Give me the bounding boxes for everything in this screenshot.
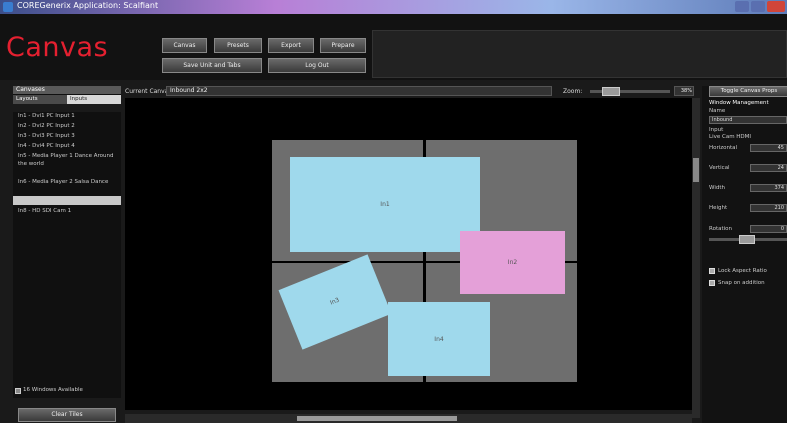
zoom-value[interactable]: 38% (674, 86, 694, 96)
left-panel: Canvases Layouts Inputs In1 - Dvi1 PC In… (13, 86, 121, 398)
windows-available-label: 16 Windows Available (23, 387, 83, 393)
input-list-item[interactable]: In6 - Media Player 2 Salsa Dance (13, 178, 121, 196)
canvas-button[interactable]: Canvas (162, 38, 207, 53)
maximize-icon[interactable] (751, 1, 765, 12)
window-management-title: Window Management (709, 100, 769, 106)
window-label: In2 (507, 259, 518, 266)
close-icon[interactable] (767, 1, 785, 12)
horizontal-scroll-thumb[interactable] (297, 416, 457, 421)
input-list-item[interactable]: In3 - Dvi3 PC Input 3 (13, 132, 121, 142)
clear-tiles-button[interactable]: Clear Tiles (18, 408, 116, 422)
horizontal-scrollbar[interactable] (125, 414, 692, 423)
input-list-item[interactable]: In4 - Dvi4 PC Input 4 (13, 142, 121, 152)
log-out-button[interactable]: Log Out (268, 58, 366, 73)
horizontal-field[interactable]: 45 (750, 144, 787, 152)
input-list-item[interactable]: In8 - HD SDI Cam 1 (13, 207, 121, 217)
input-list-item[interactable]: In5 - Media Player 1 Dance Around the wo… (13, 152, 121, 178)
window-label: In3 (329, 296, 341, 307)
canvas-window[interactable]: In2 (460, 231, 565, 294)
zoom-label: Zoom: (563, 88, 583, 95)
horizontal-label: Horizontal (709, 145, 738, 151)
vertical-scroll-thumb[interactable] (693, 158, 699, 182)
tab-inputs[interactable]: Inputs (67, 95, 121, 104)
vertical-field[interactable]: 24 (750, 164, 787, 172)
app-icon (3, 2, 13, 12)
name-label: Name (709, 108, 726, 114)
header-panel (372, 30, 787, 78)
windows-available-checkbox[interactable] (15, 388, 21, 394)
snap-checkbox[interactable] (709, 280, 715, 286)
canvas-window[interactable]: In1 (290, 157, 480, 252)
app-title: Canvas (6, 32, 109, 63)
rotation-field[interactable]: 0 (750, 225, 787, 233)
lock-aspect-checkbox[interactable] (709, 268, 715, 274)
vertical-label: Vertical (709, 165, 730, 171)
canvas-window[interactable]: In4 (388, 302, 490, 376)
tab-layouts[interactable]: Layouts (13, 95, 67, 104)
current-canvas-field[interactable]: Inbound 2x2 (166, 86, 552, 96)
zoom-slider[interactable] (590, 87, 670, 96)
export-button[interactable]: Export (268, 38, 314, 53)
canvas-area[interactable]: In1 In2 In3 In4 (125, 98, 692, 410)
presets-button[interactable]: Presets (214, 38, 262, 53)
prepare-button[interactable]: Prepare (320, 38, 366, 53)
height-label: Height (709, 205, 728, 211)
zoom-slider-thumb[interactable] (602, 87, 620, 96)
height-field[interactable]: 210 (750, 204, 787, 212)
window-label: In4 (434, 336, 444, 343)
right-panel: Toggle Canvas Props Window Management Na… (702, 86, 787, 423)
rotation-label: Rotation (709, 226, 733, 232)
name-field[interactable]: Inbound (709, 116, 787, 124)
width-field[interactable]: 374 (750, 184, 787, 192)
toggle-canvas-props-button[interactable]: Toggle Canvas Props (709, 86, 787, 97)
vertical-scrollbar[interactable] (692, 98, 700, 418)
lock-aspect-label: Lock Aspect Ratio (718, 268, 767, 274)
input-value: Live Cam HDMI (709, 134, 752, 140)
minimize-icon[interactable] (735, 1, 749, 12)
rotation-slider[interactable] (709, 235, 787, 244)
snap-label: Snap on addition (718, 280, 765, 286)
input-list-item[interactable]: In1 - Dvi1 PC Input 1 (13, 112, 121, 122)
window-label: In1 (380, 201, 390, 208)
window-title: COREGenerix Application: Scalfiant (17, 1, 159, 10)
save-unit-tabs-button[interactable]: Save Unit and Tabs (162, 58, 262, 73)
input-label: Input (709, 127, 724, 133)
width-label: Width (709, 185, 725, 191)
title-bar: COREGenerix Application: Scalfiant (0, 0, 787, 14)
input-list-item-selected[interactable] (13, 196, 121, 205)
left-panel-header: Canvases (13, 86, 121, 94)
rotation-slider-thumb[interactable] (739, 235, 755, 244)
input-list-item[interactable]: In2 - Dvi2 PC Input 2 (13, 122, 121, 132)
